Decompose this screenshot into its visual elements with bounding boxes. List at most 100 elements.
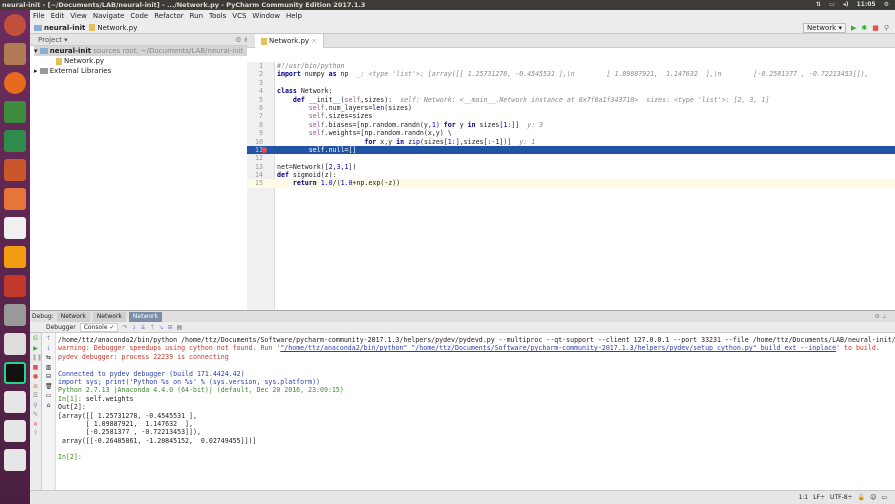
breakpoint-icon[interactable] (261, 146, 267, 153)
libreoffice-writer-icon[interactable] (4, 130, 26, 152)
cursor-position[interactable]: 1:1 (799, 491, 809, 504)
menu-vcs[interactable]: VCS (232, 10, 246, 22)
line-number[interactable]: 2 (247, 70, 263, 78)
line-number[interactable]: 4 (247, 87, 263, 95)
run-config-select[interactable]: Network ▾ (802, 23, 846, 33)
inspector-icon[interactable]: ☺ (870, 491, 876, 504)
tab-debugger[interactable]: Debugger (46, 324, 76, 331)
console-link[interactable]: "/home/ttz/anaconda2/bin/python" "/home/… (280, 344, 836, 352)
settings-gear-icon[interactable]: ⚙ (884, 0, 889, 10)
variables-icon[interactable]: ⊟ (45, 374, 52, 380)
breadcrumb-file[interactable]: Network.py (89, 24, 137, 32)
step-out-icon[interactable]: ⇡ (150, 324, 155, 331)
scroll-down-icon[interactable]: ↓ (45, 345, 52, 352)
tree-item-root[interactable]: ▾ neural-init sources root, ~/Documents/… (34, 46, 272, 56)
code-line[interactable]: 6 self.num_layers=len(sizes) (247, 104, 895, 112)
debug-settings-icon[interactable]: ⚙ ⊥ (874, 313, 887, 320)
line-number[interactable]: 8 (247, 121, 263, 129)
view-breakpoints-icon[interactable]: ● (32, 374, 39, 380)
line-number[interactable]: 13 (247, 163, 263, 171)
file-encoding[interactable]: UTF-8÷ (830, 491, 853, 504)
rerun-icon[interactable]: G (32, 336, 39, 342)
history-icon[interactable]: ⌂ (45, 402, 52, 409)
menu-code[interactable]: Code (130, 10, 148, 22)
lock-icon[interactable]: 🔓 (858, 491, 865, 504)
code-line[interactable]: 13 net=Network([2,3,1]) (247, 163, 895, 171)
settings-icon[interactable]: ☰ (32, 393, 39, 399)
menu-refactor[interactable]: Refactor (154, 10, 183, 22)
close-icon[interactable]: ✕ (32, 421, 39, 428)
line-number[interactable]: 5 (247, 96, 263, 104)
menu-window[interactable]: Window (252, 10, 280, 22)
project-panel-header[interactable]: Project ▾ ⚙ ⊕ ✲ ⊢ (30, 34, 272, 46)
code-line[interactable]: 14 def sigmoid(z): (247, 171, 895, 179)
line-number[interactable]: 6 (247, 104, 263, 112)
frames-icon[interactable]: ▤ (177, 324, 183, 331)
line-number[interactable]: 14 (247, 171, 263, 179)
debug-tab-active[interactable]: Network (128, 311, 162, 322)
code-line[interactable]: 15 return 1.0/(1.0+np.exp(-z)) (247, 179, 895, 188)
menu-view[interactable]: View (70, 10, 87, 22)
calculator-icon[interactable] (4, 304, 26, 326)
camera-icon[interactable] (4, 333, 26, 355)
system-settings-icon[interactable] (4, 275, 26, 297)
search-icon[interactable]: ⚲ (32, 402, 39, 409)
stop-icon[interactable]: ■ (32, 364, 39, 371)
mute-breakpoints-icon[interactable]: ⊘ (32, 383, 39, 390)
event-log-icon[interactable]: ▭ (881, 491, 887, 504)
menu-help[interactable]: Help (286, 10, 302, 22)
menu-run[interactable]: Run (190, 10, 203, 22)
soft-wrap-icon[interactable]: ⇆ (45, 355, 52, 361)
code-line[interactable]: 10 for x,y in zip(sizes[1:],sizes[:-1])]… (247, 138, 895, 146)
tree-item-external-libraries[interactable]: ▸ External Libraries (34, 66, 272, 76)
tab-network-py[interactable]: Network.py × (255, 34, 325, 48)
print-icon[interactable]: ▥ (45, 364, 52, 371)
drive-icon[interactable] (4, 449, 26, 471)
debug-tab[interactable]: Network (56, 311, 90, 322)
step-over-icon[interactable]: ↷ (122, 324, 127, 331)
code-line[interactable]: 9 self.weights=[np.random.randn(x,y) \ (247, 129, 895, 137)
menu-navigate[interactable]: Navigate (93, 10, 124, 22)
console-output[interactable]: /home/ttz/anaconda2/bin/python /home/ttz… (58, 336, 895, 462)
search-icon[interactable]: ⚲ (884, 24, 889, 32)
resume-icon[interactable]: ▶ (32, 345, 39, 352)
console-icon[interactable]: ▭ (45, 393, 52, 399)
tree-item-file[interactable]: Network.py (34, 56, 272, 66)
code-line[interactable]: 1 #!/usr/bin/python (247, 62, 895, 70)
code-line[interactable]: 8 self.biases=[np.random.randn(y,1) for … (247, 121, 895, 129)
line-separator[interactable]: LF÷ (813, 491, 825, 504)
line-number[interactable]: 15 (247, 179, 263, 187)
update-icon[interactable] (4, 246, 26, 268)
pycharm-icon[interactable] (4, 362, 26, 384)
line-number[interactable]: 7 (247, 112, 263, 120)
drive-icon[interactable] (4, 420, 26, 442)
ubuntu-dash-icon[interactable] (4, 14, 26, 36)
menu-tools[interactable]: Tools (209, 10, 226, 22)
libreoffice-impress-icon[interactable] (4, 159, 26, 181)
network-icon[interactable]: ⇅ (816, 0, 821, 10)
libreoffice-calc-icon[interactable] (4, 101, 26, 123)
menu-edit[interactable]: Edit (51, 10, 65, 22)
code-line[interactable]: 2 import numpy as np _: <type 'list'>: [a… (247, 70, 895, 78)
line-number[interactable]: 9 (247, 129, 263, 137)
code-area[interactable]: 1 #!/usr/bin/python 2 import numpy as np _:… (247, 62, 895, 188)
battery-icon[interactable]: ▭ (829, 0, 835, 10)
code-line[interactable]: 3 (247, 79, 895, 87)
code-line[interactable]: 12 (247, 154, 895, 162)
menu-file[interactable]: File (33, 10, 45, 22)
line-number[interactable]: 3 (247, 79, 263, 87)
debug-tab[interactable]: Network (92, 311, 126, 322)
line-number[interactable]: 10 (247, 138, 263, 146)
drive-icon[interactable] (4, 391, 26, 413)
clear-icon[interactable]: 🗑 (45, 383, 53, 390)
clock[interactable]: 11:05 (857, 0, 876, 10)
pin-icon[interactable]: ✎ (32, 412, 39, 418)
stop-icon[interactable]: ■ (872, 24, 879, 32)
amazon-icon[interactable] (4, 217, 26, 239)
volume-icon[interactable]: ◂) (843, 0, 849, 10)
code-editor[interactable]: Network.py × 1 #!/usr/bin/python 2 import n… (247, 34, 895, 310)
code-line[interactable]: 11 self.null=[] (247, 145, 895, 155)
breadcrumb-project[interactable]: neural-init (34, 24, 85, 32)
code-line[interactable]: 4 class Network: (247, 87, 895, 95)
run-to-cursor-icon[interactable]: ↘ (159, 324, 164, 331)
